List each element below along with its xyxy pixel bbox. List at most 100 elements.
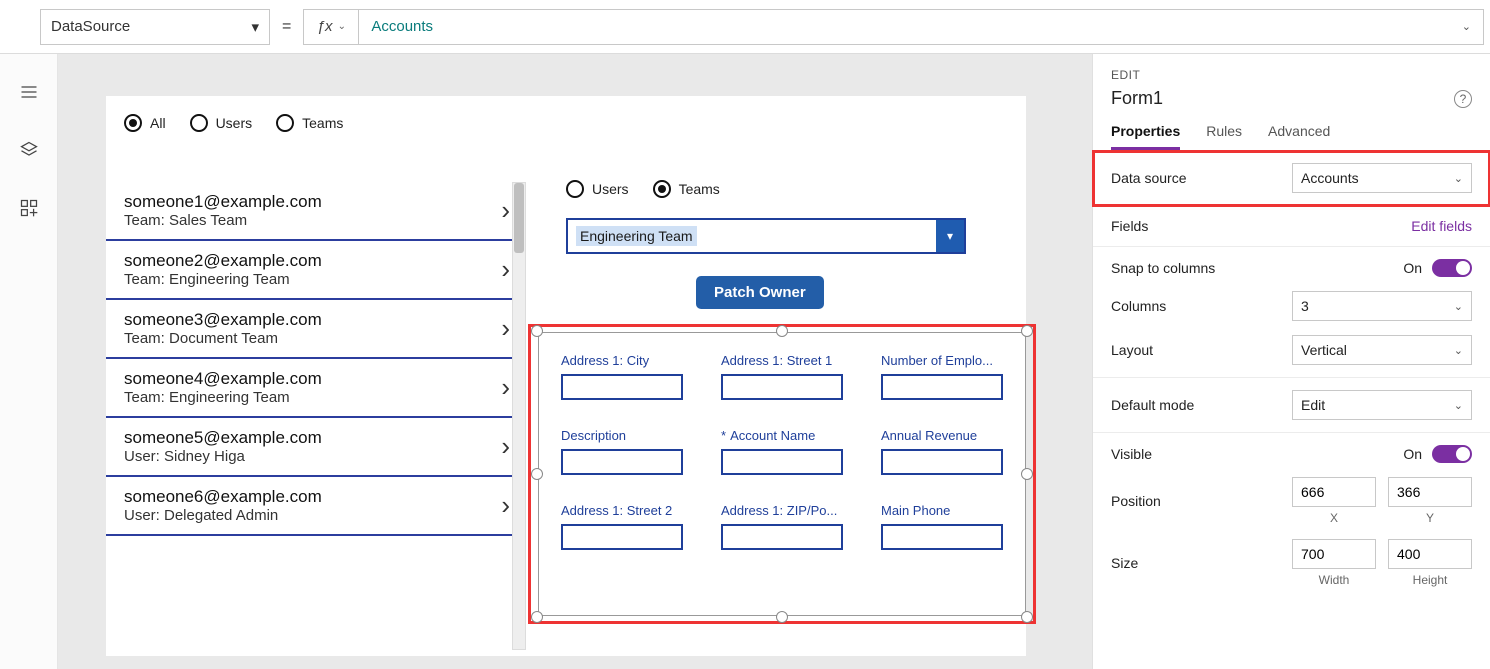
left-rail bbox=[0, 54, 58, 669]
field-label: Description bbox=[561, 428, 683, 443]
layout-select[interactable]: Vertical ⌄ bbox=[1292, 335, 1472, 365]
team-combobox[interactable]: Engineering Team ▾ bbox=[566, 218, 966, 254]
radio-icon bbox=[653, 180, 671, 198]
list-item-title: someone1@example.com bbox=[124, 192, 322, 212]
visible-toggle[interactable] bbox=[1432, 445, 1472, 463]
tab-advanced[interactable]: Advanced bbox=[1268, 123, 1330, 150]
form-field: Number of Emplo... bbox=[881, 353, 1003, 400]
default-mode-value: Edit bbox=[1301, 397, 1325, 413]
position-y-input[interactable] bbox=[1388, 477, 1472, 507]
list-item-title: someone5@example.com bbox=[124, 428, 322, 448]
columns-label: Columns bbox=[1111, 298, 1166, 314]
fx-icon: ƒx bbox=[317, 18, 333, 35]
filter-radio-teams[interactable]: Teams bbox=[276, 114, 343, 132]
field-label: Address 1: ZIP/Po... bbox=[721, 503, 843, 518]
chevron-right-icon: › bbox=[501, 195, 510, 226]
form-field: Address 1: City bbox=[561, 353, 683, 400]
visible-label: Visible bbox=[1111, 446, 1152, 462]
layers-icon[interactable] bbox=[19, 140, 39, 160]
fields-label: Fields bbox=[1111, 218, 1148, 234]
formula-input[interactable]: Accounts ⌄ bbox=[358, 9, 1484, 45]
list-item-subtitle: Team: Engineering Team bbox=[124, 271, 322, 288]
list-item-subtitle: Team: Document Team bbox=[124, 330, 322, 347]
fx-button[interactable]: ƒx ⌄ bbox=[303, 9, 359, 45]
default-mode-select[interactable]: Edit ⌄ bbox=[1292, 390, 1472, 420]
list-item-title: someone6@example.com bbox=[124, 487, 322, 507]
radio-icon bbox=[124, 114, 142, 132]
tab-properties[interactable]: Properties bbox=[1111, 123, 1180, 150]
position-x-input[interactable] bbox=[1292, 477, 1376, 507]
snap-columns-label: Snap to columns bbox=[1111, 260, 1215, 276]
columns-value: 3 bbox=[1301, 298, 1309, 314]
field-input[interactable] bbox=[881, 449, 1003, 475]
form-field: Annual Revenue bbox=[881, 428, 1003, 475]
field-input[interactable] bbox=[721, 374, 843, 400]
list-item[interactable]: someone4@example.comTeam: Engineering Te… bbox=[106, 359, 526, 418]
field-label: Main Phone bbox=[881, 503, 1003, 518]
edit-fields-link[interactable]: Edit fields bbox=[1411, 218, 1472, 234]
size-width-input[interactable] bbox=[1292, 539, 1376, 569]
properties-panel: EDIT Form1 ? PropertiesRulesAdvanced Dat… bbox=[1092, 54, 1490, 669]
field-input[interactable] bbox=[561, 449, 683, 475]
snap-columns-toggle[interactable] bbox=[1432, 259, 1472, 277]
field-input[interactable] bbox=[721, 449, 843, 475]
data-source-select[interactable]: Accounts ⌄ bbox=[1292, 163, 1472, 193]
radio-label: Teams bbox=[679, 181, 720, 197]
chevron-down-icon[interactable]: ▾ bbox=[936, 220, 964, 252]
list-item-title: someone2@example.com bbox=[124, 251, 322, 271]
list-item[interactable]: someone2@example.comTeam: Engineering Te… bbox=[106, 241, 526, 300]
columns-select[interactable]: 3 ⌄ bbox=[1292, 291, 1472, 321]
form-field: Address 1: Street 1 bbox=[721, 353, 843, 400]
patch-owner-button[interactable]: Patch Owner bbox=[696, 276, 824, 309]
scrollbar[interactable] bbox=[512, 182, 526, 650]
field-input[interactable] bbox=[561, 524, 683, 550]
chevron-right-icon: › bbox=[501, 431, 510, 462]
equals-sign: = bbox=[282, 18, 291, 36]
list-item-subtitle: User: Delegated Admin bbox=[124, 507, 322, 524]
owner-list: someone1@example.comTeam: Sales Team›som… bbox=[106, 142, 526, 650]
property-selector[interactable]: DataSource ▾ bbox=[40, 9, 270, 45]
field-label: Address 1: Street 2 bbox=[561, 503, 683, 518]
resize-handle[interactable] bbox=[1021, 611, 1033, 623]
field-input[interactable] bbox=[721, 524, 843, 550]
chevron-right-icon: › bbox=[501, 490, 510, 521]
radio-icon bbox=[566, 180, 584, 198]
detail-radio-users[interactable]: Users bbox=[566, 180, 629, 198]
field-input[interactable] bbox=[561, 374, 683, 400]
canvas[interactable]: AllUsersTeams someone1@example.comTeam: … bbox=[58, 54, 1092, 669]
form-control[interactable]: Address 1: City Address 1: Street 1 Number… bbox=[538, 332, 1026, 616]
form-field: Address 1: Street 2 bbox=[561, 503, 683, 550]
scrollbar-thumb[interactable] bbox=[514, 183, 524, 253]
panel-caption: EDIT bbox=[1111, 68, 1472, 82]
filter-radio-all[interactable]: All bbox=[124, 114, 166, 132]
position-label: Position bbox=[1111, 493, 1161, 509]
filter-radio-users[interactable]: Users bbox=[190, 114, 253, 132]
layout-label: Layout bbox=[1111, 342, 1153, 358]
data-source-label: Data source bbox=[1111, 170, 1186, 186]
snap-columns-state: On bbox=[1403, 260, 1422, 276]
tab-rules[interactable]: Rules bbox=[1206, 123, 1242, 150]
field-label: *Account Name bbox=[721, 428, 843, 443]
chevron-down-icon: ⌄ bbox=[1454, 300, 1463, 313]
chevron-down-icon: ⌄ bbox=[338, 21, 346, 32]
chevron-right-icon: › bbox=[501, 313, 510, 344]
list-item[interactable]: someone6@example.comUser: Delegated Admi… bbox=[106, 477, 526, 536]
layout-value: Vertical bbox=[1301, 342, 1347, 358]
field-label: Annual Revenue bbox=[881, 428, 1003, 443]
field-input[interactable] bbox=[881, 524, 1003, 550]
list-item[interactable]: someone3@example.comTeam: Document Team› bbox=[106, 300, 526, 359]
resize-handle[interactable] bbox=[776, 611, 788, 623]
hamburger-icon[interactable] bbox=[19, 82, 39, 102]
resize-handle[interactable] bbox=[531, 611, 543, 623]
field-label: Address 1: City bbox=[561, 353, 683, 368]
chevron-down-icon: ⌄ bbox=[1462, 20, 1471, 33]
detail-radio-teams[interactable]: Teams bbox=[653, 180, 720, 198]
insert-icon[interactable] bbox=[19, 198, 39, 218]
list-item[interactable]: someone5@example.comUser: Sidney Higa› bbox=[106, 418, 526, 477]
field-input[interactable] bbox=[881, 374, 1003, 400]
size-label: Size bbox=[1111, 555, 1138, 571]
list-item[interactable]: someone1@example.comTeam: Sales Team› bbox=[106, 182, 526, 241]
detail-column: Users Teams Engineering Team ▾ Patch Owne… bbox=[526, 142, 1026, 650]
help-icon[interactable]: ? bbox=[1454, 90, 1472, 108]
size-height-input[interactable] bbox=[1388, 539, 1472, 569]
